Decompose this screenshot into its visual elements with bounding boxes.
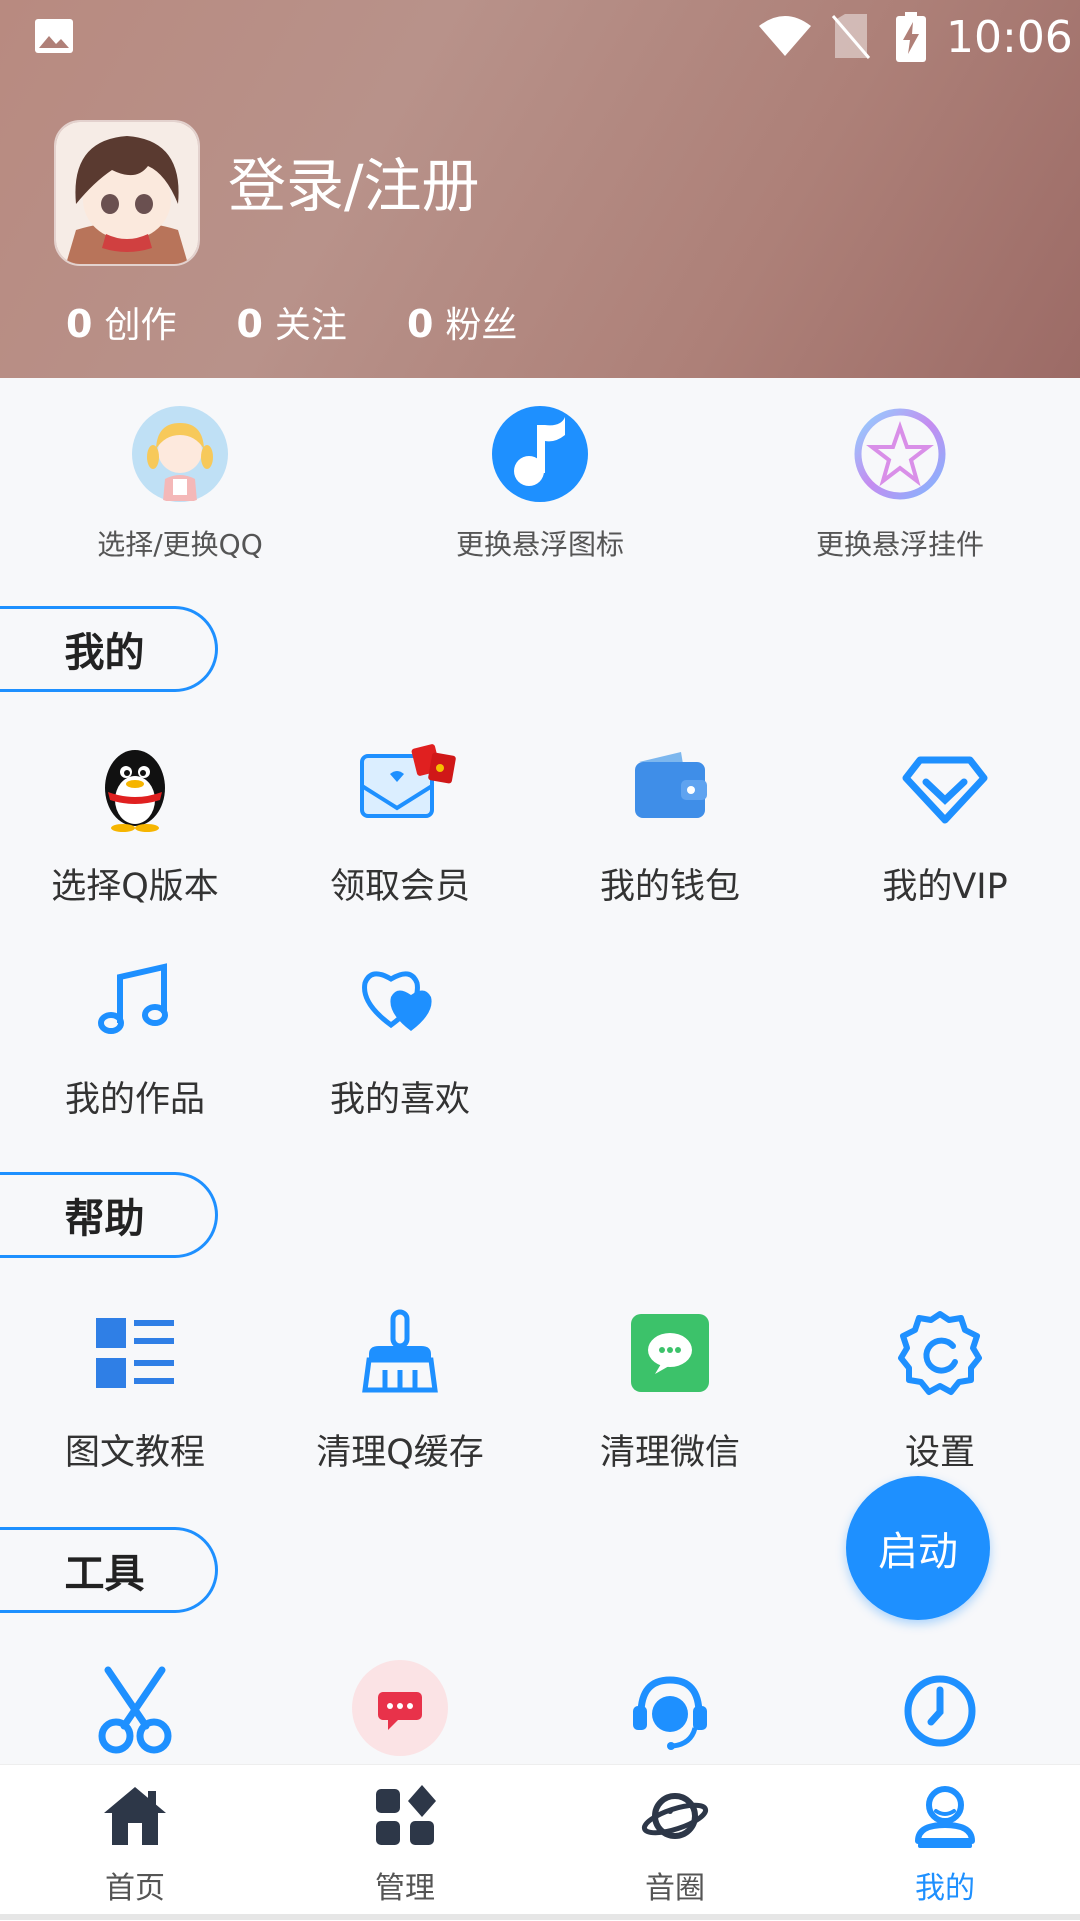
stat-count: 0 xyxy=(236,302,263,346)
grid-item-label: 我的钱包 xyxy=(599,867,740,907)
hearts-icon xyxy=(362,971,432,1031)
grid-item-label: 清理微信 xyxy=(599,1433,740,1473)
grid-item-label: 我的喜欢 xyxy=(329,1080,470,1120)
stat-count: 0 xyxy=(66,302,93,346)
nav-label: 我的 xyxy=(915,1871,975,1906)
avatar[interactable] xyxy=(54,120,200,266)
star-pendant-icon xyxy=(854,408,946,500)
wechat-icon xyxy=(631,1314,709,1392)
stat-works[interactable]: 0 创作 xyxy=(66,296,176,348)
clock-time: 10:06 xyxy=(946,12,1073,63)
quick-action-label: 更换悬浮图标 xyxy=(455,528,624,561)
message-icon xyxy=(352,1660,448,1756)
profile-stats: 0 创作 0 关注 0 粉丝 xyxy=(66,296,577,348)
scissors-icon xyxy=(98,1666,172,1754)
my-wallet-item[interactable]: 我的钱包 xyxy=(535,742,805,909)
envelope-redpacket-icon xyxy=(360,744,456,818)
nav-music-circle[interactable]: 音圈 xyxy=(540,1781,810,1907)
section-title-mine: 我的 xyxy=(0,606,218,692)
nav-manage[interactable]: 管理 xyxy=(270,1781,540,1907)
grid-item-label: 图文教程 xyxy=(64,1433,205,1473)
quick-action-label: 选择/更换QQ xyxy=(97,528,263,561)
user-icon xyxy=(915,1786,975,1848)
headset-icon xyxy=(633,1676,707,1750)
grid-item-label: 领取会员 xyxy=(329,867,470,907)
nav-home[interactable]: 首页 xyxy=(0,1781,270,1907)
status-bar: 10:06 xyxy=(0,0,1080,76)
clear-q-cache-item[interactable]: 清理Q缓存 xyxy=(265,1308,535,1475)
my-vip-item[interactable]: 我的VIP xyxy=(810,742,1080,909)
settings-item[interactable]: 设置 xyxy=(805,1308,1075,1475)
grid-item-label: 我的作品 xyxy=(64,1080,205,1120)
home-icon xyxy=(104,1787,166,1845)
nav-mine[interactable]: 我的 xyxy=(810,1781,1080,1907)
gear-icon xyxy=(898,1311,982,1395)
no-sim-icon xyxy=(831,14,871,59)
tool-clock-item[interactable] xyxy=(805,1666,1075,1760)
my-likes-item[interactable]: 我的喜欢 xyxy=(265,955,535,1122)
grid-item-label: 我的VIP xyxy=(882,867,1008,907)
tool-message-item[interactable] xyxy=(265,1660,535,1760)
music-note-circle-icon xyxy=(492,406,588,502)
stat-fans[interactable]: 0 粉丝 xyxy=(407,296,517,348)
image-notification-icon xyxy=(35,19,73,53)
qq-avatar-icon xyxy=(132,406,228,502)
quick-actions: 选择/更换QQ 更换悬浮图标 更换悬浮挂件 xyxy=(0,405,1080,565)
grid-item-label: 清理Q缓存 xyxy=(316,1433,484,1473)
login-register-link[interactable]: 登录/注册 xyxy=(228,150,480,222)
planet-icon xyxy=(641,1793,709,1839)
tool-customer-service-item[interactable] xyxy=(535,1666,805,1760)
change-qq-button[interactable]: 选择/更换QQ xyxy=(50,405,310,563)
wifi-icon xyxy=(759,16,811,56)
clock-icon xyxy=(904,1675,976,1747)
select-q-version-item[interactable]: 选择Q版本 xyxy=(0,742,270,909)
stat-label: 创作 xyxy=(104,305,177,346)
section-title-help: 帮助 xyxy=(0,1172,218,1258)
diamond-icon xyxy=(902,756,988,824)
grid-icon xyxy=(376,1785,436,1845)
qq-penguin-icon xyxy=(105,750,165,832)
quick-action-label: 更换悬浮挂件 xyxy=(815,528,984,561)
gesture-bar xyxy=(0,1914,1080,1920)
battery-charging-icon xyxy=(896,12,926,62)
my-works-item[interactable]: 我的作品 xyxy=(0,955,270,1122)
bottom-navigation: 首页 管理 音圈 我的 xyxy=(0,1764,1080,1921)
profile-header: 10:06 登录/注册 0 创作 0 关注 0 粉丝 xyxy=(0,0,1080,378)
change-float-pendant-button[interactable]: 更换悬浮挂件 xyxy=(770,405,1030,563)
stat-label: 粉丝 xyxy=(445,305,518,346)
nav-label: 首页 xyxy=(105,1871,165,1906)
stat-label: 关注 xyxy=(274,305,347,346)
claim-membership-item[interactable]: 领取会员 xyxy=(265,742,535,909)
launch-fab-button[interactable]: 启动 xyxy=(846,1476,990,1620)
clear-wechat-item[interactable]: 清理微信 xyxy=(535,1308,805,1475)
tool-scissors-item[interactable] xyxy=(0,1666,270,1760)
stat-count: 0 xyxy=(406,302,434,346)
grid-item-label: 设置 xyxy=(904,1433,975,1473)
grid-item-label: 选择Q版本 xyxy=(51,867,219,907)
nav-label: 音圈 xyxy=(645,1871,705,1906)
broom-icon xyxy=(362,1309,438,1393)
music-note-icon xyxy=(98,963,168,1034)
list-icon xyxy=(96,1318,174,1388)
section-title-tools: 工具 xyxy=(0,1527,218,1613)
wallet-icon xyxy=(635,752,707,818)
stat-following[interactable]: 0 关注 xyxy=(236,296,346,348)
tutorial-item[interactable]: 图文教程 xyxy=(0,1308,270,1475)
nav-label: 管理 xyxy=(375,1871,435,1906)
change-float-icon-button[interactable]: 更换悬浮图标 xyxy=(410,405,670,563)
